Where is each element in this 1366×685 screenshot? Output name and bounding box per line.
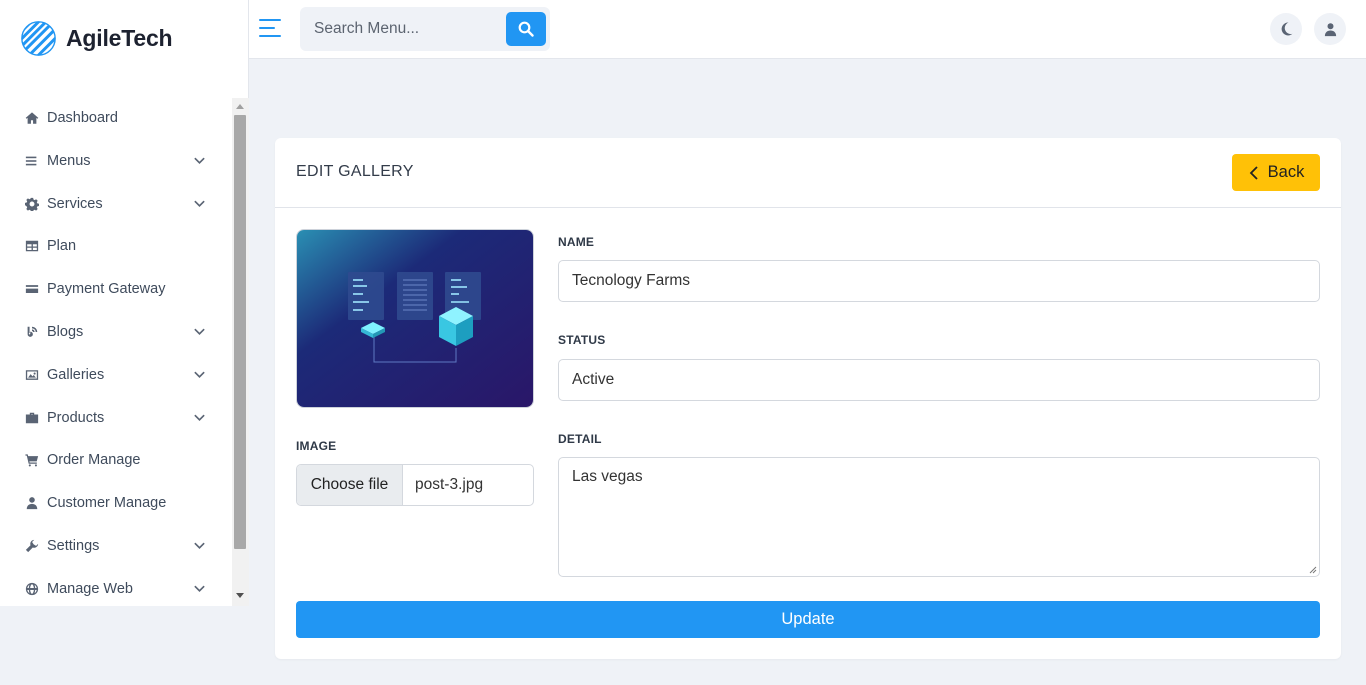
status-field[interactable]: Active — [558, 359, 1320, 401]
search-input[interactable] — [300, 7, 505, 51]
image-label: IMAGE — [296, 439, 337, 453]
image-file-input[interactable]: Choose file post-3.jpg — [296, 464, 534, 506]
edit-gallery-card: EDIT GALLERY Back IMAGE Choose file post… — [275, 138, 1341, 659]
sidebar-item-blogs[interactable]: Blogs — [24, 321, 214, 343]
sidebar-menu: Dashboard Menus Services Plan Payment Ga… — [0, 97, 232, 606]
search-box — [300, 7, 550, 51]
credit-card-icon — [24, 281, 40, 297]
page-title: EDIT GALLERY — [296, 163, 414, 180]
briefcase-icon — [24, 410, 40, 426]
detail-textarea[interactable]: Las vegas — [558, 457, 1320, 577]
chevron-down-icon — [194, 585, 205, 593]
name-label: NAME — [558, 235, 595, 249]
sidebar-item-settings[interactable]: Settings — [24, 535, 214, 557]
sidebar-item-label: Menus — [47, 153, 91, 169]
name-field[interactable]: Tecnology Farms — [558, 260, 1320, 302]
sidebar-item-label: Plan — [47, 238, 77, 254]
globe-icon — [24, 581, 40, 597]
chevron-down-icon — [194, 200, 205, 208]
status-label: STATUS — [558, 333, 606, 347]
sidebar-item-label: Galleries — [47, 367, 105, 383]
sidebar-item-label: Dashboard — [47, 110, 118, 126]
moon-icon — [1281, 22, 1293, 36]
blog-icon — [24, 324, 40, 340]
file-name: post-3.jpg — [415, 476, 484, 493]
user-icon — [1324, 22, 1336, 36]
sidebar-item-plan[interactable]: Plan — [24, 235, 214, 257]
sidebar-item-galleries[interactable]: Galleries — [24, 364, 214, 386]
detail-label: DETAIL — [558, 432, 602, 446]
sidebar-item-menus[interactable]: Menus — [24, 150, 214, 172]
card-header: EDIT GALLERY Back — [275, 138, 1341, 208]
chevron-down-icon — [194, 157, 205, 165]
scroll-down-arrow-icon[interactable] — [236, 593, 244, 598]
back-button[interactable]: Back — [1232, 154, 1320, 191]
scroll-up-arrow-icon[interactable] — [236, 104, 244, 109]
chevron-down-icon — [194, 328, 205, 336]
sidebar-item-order-manage[interactable]: Order Manage — [24, 449, 214, 471]
sidebar: AgileTech Dashboard Menus Services Plan … — [0, 0, 249, 606]
choose-file-button[interactable]: Choose file — [297, 465, 403, 505]
chevron-down-icon — [194, 542, 205, 550]
back-button-label: Back — [1267, 163, 1305, 181]
table-icon — [24, 238, 40, 254]
sidebar-item-label: Settings — [47, 538, 100, 554]
sidebar-item-services[interactable]: Services — [24, 193, 214, 215]
brand-name: AgileTech — [66, 25, 173, 51]
chevron-down-icon — [194, 414, 205, 422]
search-button[interactable] — [506, 12, 546, 46]
striped-globe-icon — [21, 21, 56, 56]
sidebar-item-manage-web[interactable]: Manage Web — [24, 578, 214, 600]
topbar — [249, 0, 1366, 59]
list-icon — [24, 153, 40, 169]
resize-grip-icon[interactable] — [1309, 566, 1317, 574]
sidebar-scrollbar-thumb[interactable] — [234, 115, 246, 549]
user-menu-button[interactable] — [1314, 13, 1346, 45]
home-icon — [24, 110, 40, 126]
cart-icon — [24, 452, 40, 468]
sidebar-item-label: Blogs — [47, 324, 84, 340]
sidebar-item-label: Order Manage — [47, 452, 141, 468]
gallery-image-preview — [296, 229, 534, 408]
sidebar-item-label: Products — [47, 410, 105, 426]
detail-text: Las vegas — [572, 468, 643, 485]
image-icon — [24, 367, 40, 383]
sidebar-item-label: Customer Manage — [47, 495, 167, 511]
sidebar-item-products[interactable]: Products — [24, 407, 214, 429]
update-button[interactable]: Update — [296, 601, 1320, 638]
user-icon — [24, 495, 40, 511]
sidebar-item-label: Payment Gateway — [47, 281, 166, 297]
chevron-down-icon — [194, 371, 205, 379]
sidebar-item-label: Services — [47, 196, 103, 212]
sidebar-item-payment-gateway[interactable]: Payment Gateway — [24, 278, 214, 300]
search-icon — [518, 21, 534, 37]
wrench-icon — [24, 538, 40, 554]
brand[interactable]: AgileTech — [20, 20, 173, 57]
theme-toggle-button[interactable] — [1270, 13, 1302, 45]
hamburger-menu-icon[interactable] — [259, 19, 283, 39]
sidebar-item-dashboard[interactable]: Dashboard — [24, 107, 214, 129]
sidebar-item-customer-manage[interactable]: Customer Manage — [24, 492, 214, 514]
chevron-left-icon — [1249, 165, 1258, 180]
gear-icon — [24, 196, 40, 212]
sidebar-item-label: Manage Web — [47, 581, 133, 597]
